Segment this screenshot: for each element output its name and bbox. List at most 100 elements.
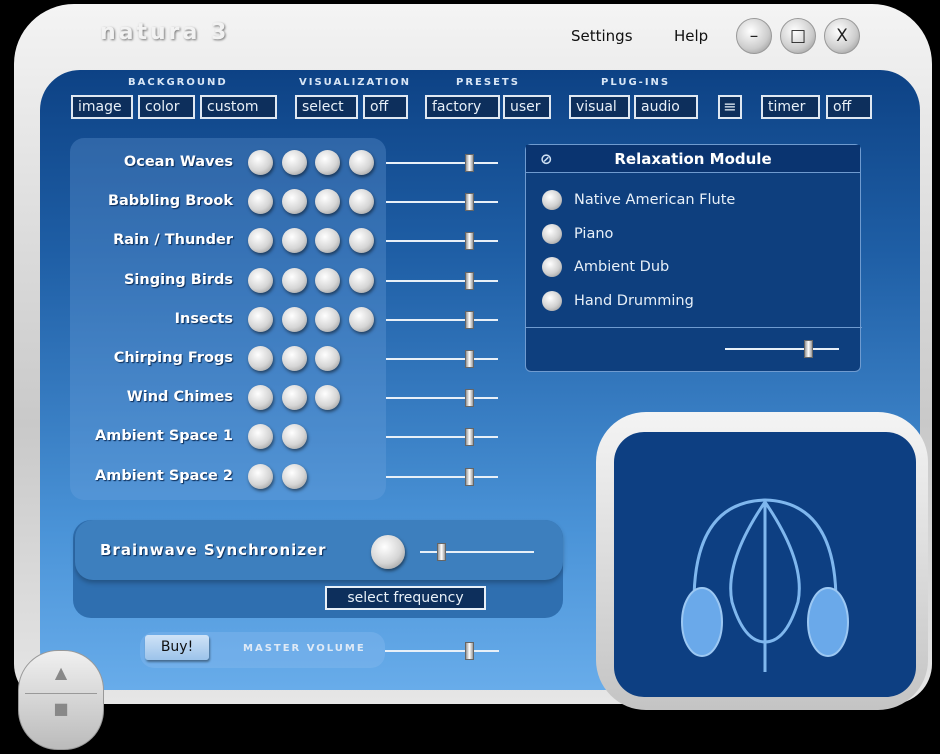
relaxation-item-label: Native American Flute [574, 192, 736, 208]
presets-factory-button[interactable]: factory [425, 95, 500, 119]
group-label-visualization: VISUALIZATION [299, 77, 411, 88]
slider-knob[interactable] [464, 232, 474, 251]
sound-label: Ambient Space 1 [95, 428, 233, 445]
buy-button[interactable]: Buy! [145, 635, 209, 660]
radio-ball[interactable] [542, 257, 562, 277]
divider [25, 693, 97, 694]
sound-variant-button[interactable] [315, 306, 340, 332]
slider-knob[interactable] [464, 350, 474, 368]
slider-knob[interactable] [436, 543, 446, 561]
relaxation-item[interactable]: Piano [542, 223, 614, 244]
sound-variant-button[interactable] [248, 150, 273, 175]
radio-ball[interactable] [542, 223, 562, 244]
background-color-button[interactable]: color [138, 95, 195, 119]
master-volume-label: MASTER VOLUME [243, 643, 366, 654]
sound-volume-slider[interactable] [386, 467, 498, 486]
sound-variant-button[interactable] [348, 306, 374, 332]
relaxation-item-label: Ambient Dub [574, 259, 670, 275]
brainwave-slider[interactable] [420, 543, 534, 561]
group-label-presets: PRESETS [456, 77, 520, 88]
sound-variant-button[interactable] [248, 267, 273, 293]
sound-label: Ambient Space 2 [95, 467, 233, 484]
menu-help[interactable]: Help [674, 27, 708, 45]
slider-knob[interactable] [464, 193, 474, 212]
timer-button[interactable]: timer [761, 95, 820, 119]
radio-ball[interactable] [542, 190, 562, 210]
sound-variant-button[interactable] [281, 385, 307, 411]
relaxation-title: Relaxation Module [614, 150, 772, 168]
sound-label: Insects [174, 310, 233, 327]
sound-volume-slider[interactable] [386, 193, 498, 212]
slider-knob[interactable] [804, 340, 814, 358]
master-volume-slider[interactable] [385, 642, 499, 660]
slider-knob[interactable] [464, 271, 474, 290]
sound-variant-button[interactable] [281, 150, 307, 175]
relaxation-item[interactable]: Native American Flute [542, 190, 735, 210]
relaxation-item-label: Piano [574, 225, 614, 242]
background-image-button[interactable]: image [71, 95, 133, 119]
sound-label: Singing Birds [123, 271, 233, 288]
timer-off-button[interactable]: off [826, 95, 872, 119]
sound-variant-button[interactable] [348, 189, 374, 215]
slider-knob[interactable] [465, 642, 475, 660]
sound-variant-button[interactable] [281, 346, 307, 371]
sound-variant-button[interactable] [281, 424, 307, 450]
slider-knob[interactable] [464, 467, 474, 486]
sound-label: Rain / Thunder [113, 232, 233, 249]
sound-volume-slider[interactable] [386, 232, 498, 251]
sound-variant-button[interactable] [281, 306, 307, 332]
visualization-display [614, 432, 916, 697]
sound-variant-button[interactable] [248, 306, 273, 332]
slider-knob[interactable] [464, 389, 474, 408]
sound-volume-slider[interactable] [386, 271, 498, 290]
sound-variant-button[interactable] [281, 189, 307, 215]
sound-variant-button[interactable] [348, 150, 374, 175]
relaxation-header: ⊘ Relaxation Module [526, 145, 860, 173]
slider-knob[interactable] [464, 154, 474, 172]
visualization-select-button[interactable]: select [295, 95, 358, 119]
relaxation-item[interactable]: Hand Drumming [542, 290, 694, 311]
close-button[interactable]: X [824, 18, 860, 54]
slider-knob[interactable] [464, 310, 474, 329]
relaxation-module: ⊘ Relaxation Module Native American Flut… [525, 144, 862, 372]
sound-volume-slider[interactable] [386, 428, 498, 447]
sound-variant-button[interactable] [281, 463, 307, 489]
relaxation-item-label: Hand Drumming [574, 292, 694, 309]
sound-variant-button[interactable] [248, 346, 273, 371]
satellite-icon: ⊘ [540, 150, 553, 168]
radio-ball[interactable] [542, 290, 562, 311]
maximize-button[interactable]: □ [780, 18, 816, 54]
stop-button[interactable]: ■ [19, 699, 103, 718]
slider-knob[interactable] [464, 428, 474, 447]
sound-volume-slider[interactable] [386, 350, 498, 368]
sound-variant-button[interactable] [248, 463, 273, 489]
headphones-leaf-logo [681, 498, 849, 672]
play-button[interactable]: ▲ [19, 663, 103, 682]
sound-volume-slider[interactable] [386, 310, 498, 329]
sound-label: Chirping Frogs [113, 350, 233, 366]
visualization-off-button[interactable]: off [363, 95, 408, 119]
transport-control: ▲ ■ [18, 650, 104, 750]
plugins-visual-button[interactable]: visual [569, 95, 630, 119]
relaxation-item[interactable]: Ambient Dub [542, 257, 669, 277]
presets-user-button[interactable]: user [503, 95, 551, 119]
select-frequency-button[interactable]: select frequency [325, 586, 486, 610]
sound-volume-slider[interactable] [386, 154, 498, 172]
app-title: natura 3 [100, 20, 230, 45]
sound-variant-button[interactable] [315, 267, 340, 293]
plugins-audio-button[interactable]: audio [634, 95, 698, 119]
menu-settings[interactable]: Settings [571, 27, 633, 45]
sound-variant-button[interactable] [348, 228, 374, 254]
list-icon[interactable]: ≡ [718, 95, 742, 119]
sound-variant-button[interactable] [281, 267, 307, 293]
sound-variant-button[interactable] [315, 150, 340, 175]
minimize-button[interactable]: – [736, 18, 772, 54]
sound-variant-button[interactable] [281, 228, 307, 254]
brainwave-toggle[interactable] [371, 535, 405, 569]
background-custom-button[interactable]: custom [200, 95, 277, 119]
brainwave-label: Brainwave Synchronizer [100, 541, 327, 559]
sound-variant-button[interactable] [315, 346, 340, 371]
sound-variant-button[interactable] [348, 267, 374, 293]
relaxation-volume-slider[interactable] [725, 340, 839, 358]
sound-volume-slider[interactable] [386, 389, 498, 408]
